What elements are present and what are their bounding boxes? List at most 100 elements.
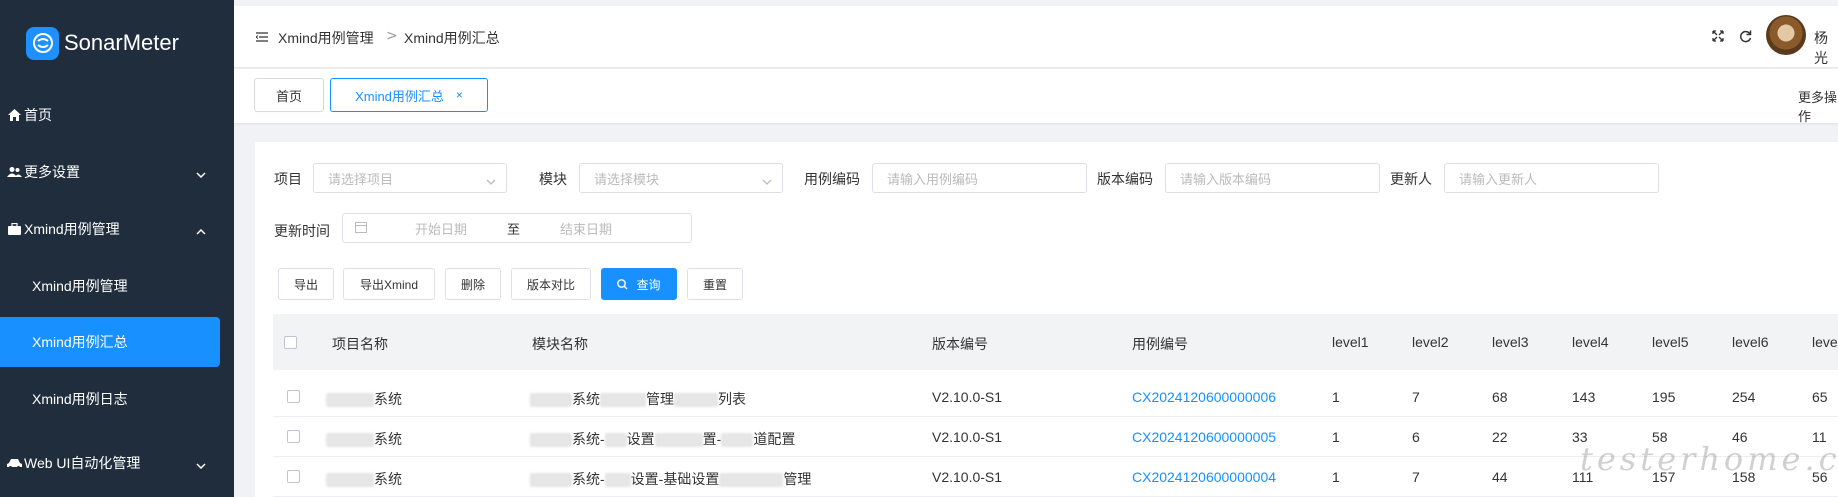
column-header[interactable]: 版本编号 — [932, 334, 988, 354]
tab-home[interactable]: 首页 — [254, 78, 324, 112]
column-header[interactable]: level6 — [1732, 334, 1769, 350]
tab-xmind-summary[interactable]: Xmind用例汇总 × — [330, 78, 488, 112]
header: Xmind用例管理 > Xmind用例汇总 杨光 — [234, 6, 1838, 68]
sidebar-subitem-xmind-summary[interactable]: Xmind用例汇总 — [0, 317, 220, 367]
sidebar-item-label: Xmind用例管理 — [24, 221, 120, 237]
project-select[interactable]: 请选择项目 — [313, 163, 507, 193]
row-checkbox[interactable] — [287, 390, 300, 403]
case-code-input[interactable]: 请输入用例编码 — [872, 163, 1087, 193]
cell-level: 1 — [1332, 389, 1340, 405]
cell-level: 195 — [1652, 389, 1676, 405]
more-operations-button[interactable]: 更多操作 — [1798, 87, 1838, 125]
row-checkbox[interactable] — [287, 430, 300, 443]
column-header[interactable]: 用例编号 — [1132, 334, 1188, 354]
column-header[interactable]: level1 — [1332, 334, 1369, 350]
export-xmind-button[interactable]: 导出Xmind — [343, 268, 435, 300]
date-start-placeholder: 开始日期 — [415, 221, 468, 237]
sidebar-item-label: Web UI自动化管理 — [24, 455, 141, 471]
chevron-down-icon — [486, 173, 496, 188]
cell-level: 22 — [1492, 429, 1508, 445]
cell-level: 1 — [1332, 469, 1340, 485]
avatar[interactable] — [1766, 15, 1806, 55]
date-range-picker[interactable]: 开始日期 至 结束日期 — [342, 213, 692, 243]
project-select-placeholder: 请选择项目 — [328, 171, 394, 187]
cell-project: 系统 — [326, 429, 402, 449]
cell-case-link[interactable]: CX2024120600000005 — [1132, 429, 1276, 445]
sidebar-subitem-xmind-log[interactable]: Xmind用例日志 — [0, 374, 220, 424]
tab-label: Xmind用例汇总 — [355, 88, 444, 104]
version-compare-button[interactable]: 版本对比 — [511, 268, 591, 300]
breadcrumb-item[interactable]: Xmind用例管理 — [278, 28, 374, 48]
home-icon — [6, 107, 22, 123]
column-header[interactable]: leve — [1812, 334, 1838, 350]
tab-label: 首页 — [275, 88, 302, 104]
column-header[interactable]: level3 — [1492, 334, 1529, 350]
export-button[interactable]: 导出 — [278, 268, 334, 300]
cell-module: 系统- 设置-基础设置 管理 — [530, 469, 811, 489]
chevron-down-icon — [762, 173, 772, 188]
sidebar-item-webui[interactable]: Web UI自动化管理 — [0, 438, 234, 488]
column-header[interactable]: level2 — [1412, 334, 1449, 350]
filter-label-updater: 更新人 — [1390, 171, 1432, 187]
chevron-down-icon — [196, 165, 206, 181]
cell-level: 7 — [1412, 469, 1420, 485]
module-select-placeholder: 请选择模块 — [594, 171, 660, 187]
sidebar-item-xmind[interactable]: Xmind用例管理 — [0, 204, 234, 254]
filter-label-case-code: 用例编码 — [804, 171, 860, 187]
date-end-placeholder: 结束日期 — [560, 221, 613, 237]
tabs-bar: 首页 Xmind用例汇总 × 更多操作 — [234, 69, 1838, 125]
updater-placeholder: 请输入更新人 — [1459, 171, 1538, 187]
cell-project: 系统 — [326, 389, 402, 409]
filter-label-update-time: 更新时间 — [274, 223, 330, 239]
version-code-placeholder: 请输入版本编码 — [1180, 171, 1272, 187]
breadcrumb-separator: > — [386, 28, 398, 44]
sidebar-item-home[interactable]: 首页 — [0, 90, 234, 140]
query-button[interactable]: 查询 — [601, 268, 677, 300]
logo-icon — [26, 26, 59, 60]
row-checkbox[interactable] — [287, 470, 300, 483]
menu-toggle-icon[interactable] — [255, 31, 268, 46]
cell-level: 68 — [1492, 389, 1508, 405]
select-all-checkbox[interactable] — [284, 336, 297, 349]
refresh-icon[interactable] — [1739, 30, 1752, 47]
cell-case-link[interactable]: CX2024120600000004 — [1132, 469, 1276, 485]
cell-version: V2.10.0-S1 — [932, 429, 1003, 445]
chevron-up-icon — [196, 222, 206, 238]
column-header[interactable]: level4 — [1572, 334, 1609, 350]
watermark: testerhome.com — [1580, 440, 1838, 478]
cell-level: 65 — [1812, 389, 1828, 405]
table-row[interactable]: 系统 系统 管理 列表 V2.10.0-S1 CX2024120600000006 … — [273, 377, 1838, 417]
app-name: SonarMeter — [64, 30, 179, 55]
cell-case-link[interactable]: CX2024120600000006 — [1132, 389, 1276, 405]
column-header[interactable]: 项目名称 — [332, 334, 388, 354]
sidebar-subitem-label: Xmind用例管理 — [32, 278, 128, 294]
column-header[interactable]: level5 — [1652, 334, 1689, 350]
users-icon — [6, 164, 22, 180]
sidebar-subitem-label: Xmind用例汇总 — [32, 334, 128, 350]
cell-version: V2.10.0-S1 — [932, 469, 1003, 485]
app-logo[interactable]: SonarMeter — [0, 0, 234, 86]
cell-version: V2.10.0-S1 — [932, 389, 1003, 405]
sidebar-subitem-xmind-manage[interactable]: Xmind用例管理 — [0, 261, 220, 311]
sidebar-item-more-settings[interactable]: 更多设置 — [0, 147, 234, 197]
filter-label-version-code: 版本编码 — [1097, 171, 1153, 187]
version-code-input[interactable]: 请输入版本编码 — [1165, 163, 1380, 193]
close-icon[interactable]: × — [456, 88, 463, 102]
module-select[interactable]: 请选择模块 — [579, 163, 783, 193]
search-icon — [617, 278, 628, 290]
chevron-down-icon — [196, 456, 206, 472]
delete-button[interactable]: 删除 — [445, 268, 501, 300]
cell-module: 系统 管理 列表 — [530, 389, 746, 409]
fullscreen-icon[interactable] — [1712, 30, 1724, 46]
username[interactable]: 杨光 — [1814, 28, 1838, 68]
briefcase-icon — [6, 221, 22, 237]
sidebar: SonarMeter 首页 更多设置 Xmind用例管理 Xmind用例管理 X… — [0, 0, 234, 497]
cell-level: 7 — [1412, 389, 1420, 405]
filter-label-module: 模块 — [539, 171, 567, 187]
cell-level: 254 — [1732, 389, 1756, 405]
column-header[interactable]: 模块名称 — [532, 334, 588, 354]
cell-module: 系统- 设置 置- 道配置 — [530, 429, 795, 449]
reset-button[interactable]: 重置 — [687, 268, 743, 300]
cell-project: 系统 — [326, 469, 402, 489]
updater-input[interactable]: 请输入更新人 — [1444, 163, 1659, 193]
